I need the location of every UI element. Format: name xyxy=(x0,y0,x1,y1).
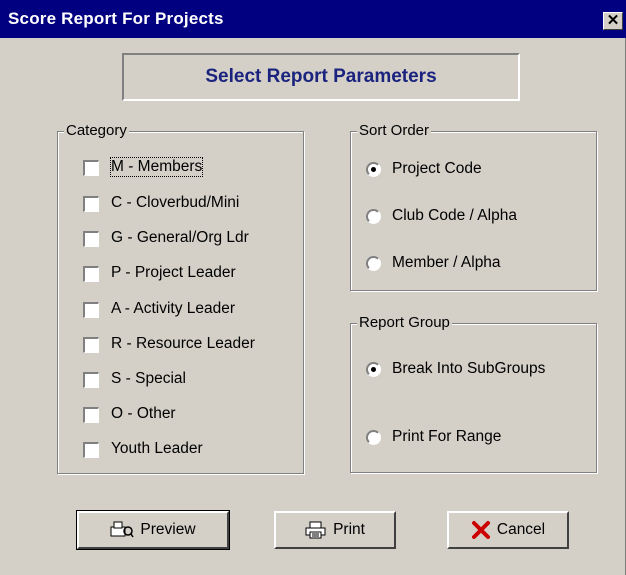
checkbox-label: Youth Leader xyxy=(111,440,203,457)
printer-icon xyxy=(305,521,326,539)
checkbox[interactable] xyxy=(83,442,99,458)
radio-button[interactable] xyxy=(366,162,381,177)
checkbox-label: S - Special xyxy=(111,370,186,387)
checkbox[interactable] xyxy=(83,302,99,318)
checkbox[interactable] xyxy=(83,337,99,353)
radio-label: Print For Range xyxy=(392,428,502,445)
radio-selected-dot xyxy=(371,167,376,172)
category-legend: Category xyxy=(64,122,129,139)
banner-title: Select Report Parameters xyxy=(205,66,437,87)
report-group-group: Report Group Break Into SubGroups Print … xyxy=(350,314,597,473)
checkbox[interactable] xyxy=(83,372,99,388)
close-icon: ✕ xyxy=(606,12,620,29)
checkbox-label: P - Project Leader xyxy=(111,264,236,281)
preview-icon xyxy=(110,521,135,538)
checkbox-label: M - Members xyxy=(109,157,204,177)
preview-label: Preview xyxy=(140,521,196,538)
checkbox[interactable] xyxy=(83,160,99,176)
radio-selected-dot xyxy=(371,367,376,372)
dialog-window: Score Report For Projects ✕ Select Repor… xyxy=(0,0,626,575)
radio-label: Project Code xyxy=(392,160,482,177)
radio-label: Member / Alpha xyxy=(392,254,501,271)
close-button[interactable]: ✕ xyxy=(603,12,623,30)
category-group: Category M - Members C - Cloverbud/Mini … xyxy=(57,122,304,474)
report-parameters-banner: Select Report Parameters xyxy=(122,53,520,101)
radio-button[interactable] xyxy=(366,256,381,271)
checkbox-label: R - Resource Leader xyxy=(111,335,255,352)
checkbox-label: A - Activity Leader xyxy=(111,300,236,317)
checkbox[interactable] xyxy=(83,407,99,423)
report-group-legend: Report Group xyxy=(357,314,452,331)
sort-order-group: Sort Order Project Code Club Code / Alph… xyxy=(350,122,597,291)
print-label: Print xyxy=(333,521,365,538)
title-bar[interactable]: Score Report For Projects ✕ xyxy=(0,0,626,38)
checkbox-label: G - General/Org Ldr xyxy=(111,229,249,246)
checkbox[interactable] xyxy=(83,231,99,247)
radio-button[interactable] xyxy=(366,209,381,224)
radio-button[interactable] xyxy=(366,430,381,445)
checkbox[interactable] xyxy=(83,196,99,212)
radio-label: Club Code / Alpha xyxy=(392,207,517,224)
red-x-icon xyxy=(471,521,490,539)
window-title: Score Report For Projects xyxy=(8,9,224,28)
radio-label: Break Into SubGroups xyxy=(392,360,546,377)
cancel-label: Cancel xyxy=(496,521,546,538)
radio-button[interactable] xyxy=(366,362,381,377)
sort-order-legend: Sort Order xyxy=(357,122,432,139)
checkbox-label: O - Other xyxy=(111,405,176,422)
checkbox[interactable] xyxy=(83,266,99,282)
cancel-button[interactable]: Cancel xyxy=(447,511,569,549)
checkbox-label: C - Cloverbud/Mini xyxy=(111,194,240,211)
print-button[interactable]: Print xyxy=(274,511,396,549)
preview-button[interactable]: Preview xyxy=(76,510,230,550)
